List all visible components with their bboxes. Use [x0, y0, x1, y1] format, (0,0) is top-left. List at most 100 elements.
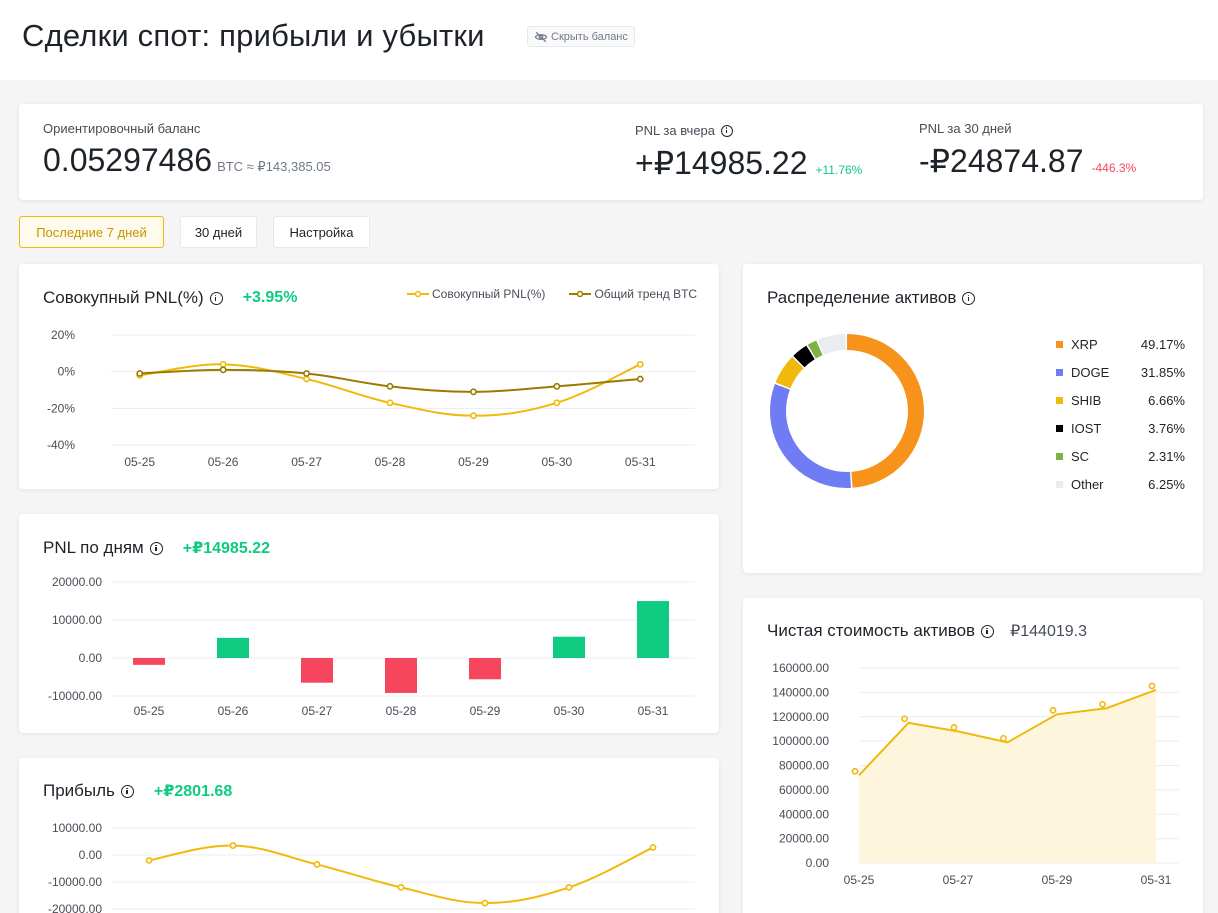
- legend-pct: 49.17%: [1140, 337, 1185, 352]
- data-point: [565, 883, 573, 891]
- legend-swatch: [1056, 453, 1063, 460]
- data-point: [636, 360, 644, 368]
- daily-pnl-bar: [133, 658, 165, 665]
- legend-name: XRP: [1071, 337, 1098, 352]
- x-tick-label: 05-26: [208, 455, 239, 469]
- y-tick-label: 160000.00: [772, 661, 829, 675]
- data-point: [303, 370, 310, 377]
- data-point: [136, 370, 144, 377]
- y-tick-label: 80000.00: [779, 759, 829, 773]
- x-tick-label: 05-27: [291, 455, 322, 469]
- data-point: [229, 842, 237, 849]
- legend-item-shib[interactable]: SHIB 6.66%: [1056, 393, 1185, 408]
- pnl-yesterday-value: +₽14985.22: [635, 145, 808, 181]
- profit-chart: 10000.00 0.00 -10000.00 -20000.00: [48, 821, 695, 913]
- allocation-card: Распределение активов: [743, 264, 1203, 573]
- legend-name: Other: [1071, 477, 1104, 492]
- pnl-30d-label: PNL за 30 дней: [919, 121, 1012, 136]
- pnl-30d-pct: -446.3%: [1091, 161, 1137, 175]
- page-title: Сделки спот: прибыли и убытки: [22, 18, 485, 53]
- y-tick-label: 20000.00: [52, 575, 102, 589]
- y-tick-label: 0%: [58, 365, 76, 379]
- x-tick-label: 05-25: [134, 704, 165, 718]
- x-tick-label: 05-30: [554, 704, 585, 718]
- profit-card: Прибыль +₽2801.68 10000.00 0.00 -10000.00-…: [19, 758, 719, 913]
- y-tick-label: 10000.00: [52, 613, 102, 627]
- data-point: [901, 715, 908, 723]
- data-point: [386, 382, 394, 390]
- y-tick-label: -10000.00: [48, 875, 102, 889]
- data-point: [950, 723, 958, 731]
- period-30d-button[interactable]: 30 дней: [180, 216, 257, 248]
- data-point: [470, 388, 477, 396]
- x-tick-label: 05-27: [302, 704, 333, 718]
- y-tick-label: -20%: [47, 401, 75, 415]
- data-point: [303, 375, 310, 383]
- period-custom-button[interactable]: Настройка: [273, 216, 370, 248]
- data-point: [1049, 706, 1057, 714]
- legend-name: DOGE: [1071, 365, 1110, 380]
- legend-item-other[interactable]: Other 6.25%: [1056, 477, 1185, 492]
- pnl-yesterday-pct: +11.76%: [815, 163, 863, 177]
- y-tick-label: 60000.00: [779, 783, 829, 797]
- data-point: [219, 360, 227, 368]
- net-value-chart: 160000.00 140000.00 120000.00 100000.00 8000…: [772, 661, 1179, 887]
- data-point: [481, 899, 489, 907]
- x-tick-label: 05-28: [375, 455, 406, 469]
- pnl-yesterday-label: PNL за вчера: [635, 123, 716, 138]
- legend-name: SC: [1071, 449, 1090, 464]
- data-point: [386, 399, 394, 407]
- y-tick-label: 0.00: [806, 856, 830, 870]
- y-tick-label: 140000.00: [772, 685, 829, 699]
- legend-pct: 3.76%: [1148, 421, 1185, 436]
- legend-item-xrp[interactable]: XRP 49.17%: [1056, 337, 1185, 352]
- x-tick-label: 05-29: [470, 704, 501, 718]
- legend-swatch: [1056, 397, 1063, 404]
- y-tick-label: -10000.00: [48, 689, 102, 703]
- legend-swatch: [1056, 425, 1063, 432]
- y-tick-label: 120000.00: [772, 710, 829, 724]
- allocation-title: Распределение активов: [767, 288, 957, 307]
- data-point: [313, 861, 321, 868]
- data-point: [636, 375, 644, 383]
- data-point: [470, 412, 477, 420]
- legend-pct: 31.85%: [1140, 365, 1185, 380]
- legend-name: SHIB: [1071, 393, 1102, 408]
- y-tick-label: 20000.00: [779, 832, 829, 846]
- x-tick-label: 05-31: [1141, 873, 1172, 887]
- data-point: [219, 366, 227, 374]
- y-tick-label: 0.00: [79, 848, 103, 862]
- balance-value: 0.05297486: [43, 142, 213, 178]
- legend-pct: 2.31%: [1148, 449, 1185, 464]
- y-tick-label: 0.00: [79, 651, 103, 665]
- daily-pnl-bar: [217, 637, 249, 658]
- x-tick-label: 05-31: [638, 704, 669, 718]
- data-point: [649, 844, 657, 851]
- y-tick-label: 100000.00: [772, 734, 829, 748]
- legend-pct: 6.66%: [1148, 393, 1185, 408]
- legend-item-doge[interactable]: DOGE 31.85%: [1056, 365, 1185, 380]
- daily-pnl-card: PNL по дням +₽14985.22 20000.00 10000.00 0…: [19, 514, 719, 733]
- daily-pnl-bar: [637, 601, 669, 658]
- y-tick-label: 10000.00: [52, 821, 102, 835]
- eye-off-icon: [534, 31, 548, 42]
- x-tick-label: 05-31: [625, 455, 656, 469]
- x-tick-label: 05-26: [218, 704, 249, 718]
- info-icon[interactable]: [721, 124, 734, 137]
- legend-item-sc[interactable]: SC 2.31%: [1056, 449, 1185, 464]
- daily-pnl-bar: [553, 636, 585, 658]
- x-tick-label: 05-25: [124, 455, 155, 469]
- legend-item-iost[interactable]: IOST 3.76%: [1056, 421, 1185, 436]
- y-tick-label: 20%: [51, 328, 75, 342]
- hide-balance-button[interactable]: Скрыть баланс: [527, 26, 635, 47]
- x-tick-label: 05-29: [458, 455, 489, 469]
- info-icon[interactable]: [962, 291, 976, 305]
- x-tick-label: 05-27: [943, 873, 974, 887]
- legend-swatch: [1056, 341, 1063, 348]
- period-7d-button[interactable]: Последние 7 дней: [19, 216, 164, 248]
- data-point: [145, 857, 153, 864]
- profit-line: [148, 844, 654, 905]
- legend-name: IOST: [1071, 421, 1102, 436]
- data-point: [1148, 682, 1156, 690]
- x-tick-label: 05-30: [542, 455, 573, 469]
